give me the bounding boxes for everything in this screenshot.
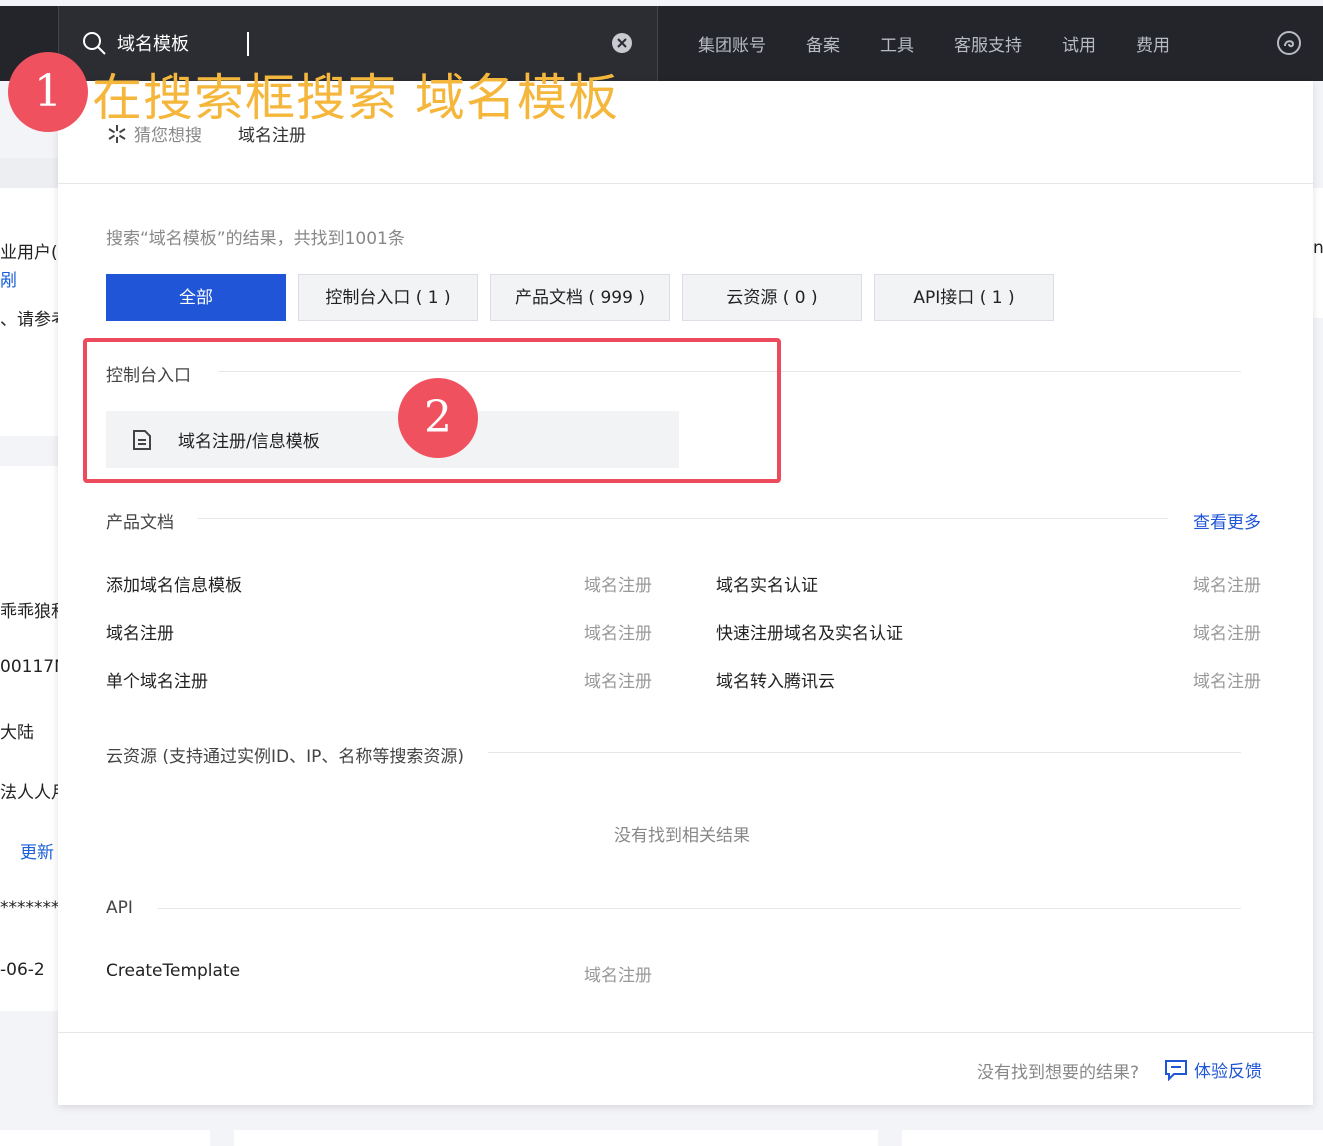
section-title-resources: 云资源 (支持通过实例ID、IP、名称等搜索资源) xyxy=(106,742,489,767)
feedback-icon xyxy=(1165,1059,1187,1081)
divider xyxy=(58,183,1313,184)
doc-result-title[interactable]: 快速注册域名及实名认证 xyxy=(716,619,903,644)
background-panel-bottom-left xyxy=(0,1130,210,1146)
doc-result-category: 域名注册 xyxy=(584,624,652,644)
background-link: 更新 xyxy=(20,843,54,863)
search-icon xyxy=(83,32,106,55)
top-nav: 集团账号 备案 工具 客服支持 试用 费用 xyxy=(678,6,1190,81)
annotation-step-2-badge: 2 xyxy=(398,378,478,458)
doc-result-title[interactable]: 域名实名认证 xyxy=(716,571,818,596)
nav-item-filing[interactable]: 备案 xyxy=(786,31,860,56)
doc-result-category: 域名注册 xyxy=(584,576,652,596)
background-text: -06-2 xyxy=(0,960,45,980)
tab-all[interactable]: 全部 xyxy=(106,274,286,321)
feedback-label: 体验反馈 xyxy=(1194,1062,1262,1082)
view-more-link[interactable]: 查看更多 xyxy=(1193,508,1261,533)
result-summary: 搜索“域名模板”的结果，共找到1001条 xyxy=(106,229,405,249)
background-text: ******* xyxy=(0,898,60,918)
tab-console[interactable]: 控制台入口 ( 1 ) xyxy=(298,274,478,321)
background-panel-bottom-mid xyxy=(234,1130,878,1146)
background-panel-top xyxy=(0,158,58,188)
section-title-docs: 产品文档 xyxy=(106,508,198,533)
feedback-button[interactable]: 体验反馈 xyxy=(1164,1057,1262,1082)
tab-resources[interactable]: 云资源 ( 0 ) xyxy=(682,274,862,321)
nav-item-tools[interactable]: 工具 xyxy=(860,31,934,56)
result-tabs: 全部 控制台入口 ( 1 ) 产品文档 ( 999 ) 云资源 ( 0 ) AP… xyxy=(106,274,1066,321)
doc-result-category: 域名注册 xyxy=(1193,624,1261,644)
search-input[interactable] xyxy=(117,28,597,58)
empty-results-text: 没有找到相关结果 xyxy=(614,826,750,846)
doc-result-title[interactable]: 单个域名注册 xyxy=(106,667,208,692)
doc-result-title[interactable]: 添加域名信息模板 xyxy=(106,571,242,596)
tab-api[interactable]: API接口 ( 1 ) xyxy=(874,274,1054,321)
section-title-api: API xyxy=(106,898,157,918)
background-text: 大陆 xyxy=(0,723,34,743)
section-divider xyxy=(198,518,1168,519)
background-text: 业用户( xyxy=(0,243,58,263)
api-result-title[interactable]: CreateTemplate xyxy=(106,961,240,981)
doc-result-title[interactable]: 域名转入腾讯云 xyxy=(716,667,835,692)
doc-result-category: 域名注册 xyxy=(584,672,652,692)
help-icon[interactable] xyxy=(1276,30,1302,56)
text-cursor xyxy=(247,32,249,56)
section-divider xyxy=(158,908,1241,909)
tab-docs[interactable]: 产品文档 ( 999 ) xyxy=(490,274,670,321)
nav-item-support[interactable]: 客服支持 xyxy=(934,31,1042,56)
nav-item-trial[interactable]: 试用 xyxy=(1042,31,1116,56)
api-result-category: 域名注册 xyxy=(584,966,652,986)
background-panel-bottom-right xyxy=(902,1130,1323,1146)
nav-item-billing[interactable]: 费用 xyxy=(1116,31,1190,56)
doc-result-category: 域名注册 xyxy=(1193,576,1261,596)
doc-result-title[interactable]: 域名注册 xyxy=(106,619,174,644)
annotation-step-1-badge: 1 xyxy=(8,52,88,132)
footer-divider xyxy=(58,1032,1313,1033)
annotation-step-1-text: 在搜索框搜索 域名模板 xyxy=(92,69,619,127)
section-divider xyxy=(478,752,1241,753)
clear-icon[interactable] xyxy=(611,32,633,54)
footer-question: 没有找到想要的结果? xyxy=(977,1063,1140,1083)
background-link: 剐 xyxy=(0,271,17,291)
nav-item-group-account[interactable]: 集团账号 xyxy=(678,31,786,56)
background-text: n xyxy=(1313,238,1323,258)
doc-result-category: 域名注册 xyxy=(1193,672,1261,692)
search-results-dropdown: 猜您想搜 域名注册 搜索“域名模板”的结果，共找到1001条 全部 控制台入口 … xyxy=(58,81,1313,1105)
